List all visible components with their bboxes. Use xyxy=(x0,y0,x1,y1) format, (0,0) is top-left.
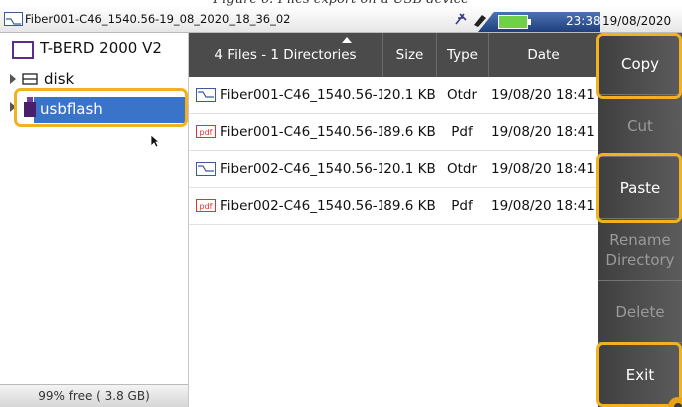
device-label: T-BERD 2000 V2 xyxy=(40,39,162,57)
file-name: Fiber001-C46_1540.56-1 xyxy=(220,124,382,140)
file-type: Otdr xyxy=(446,87,478,103)
file-date: 19/08/20 18:41 xyxy=(491,161,595,177)
file-list: 4 Files - 1 Directories Size Type Date F… xyxy=(189,33,598,407)
column-header-date[interactable]: Date xyxy=(489,33,598,77)
sort-ascending-icon xyxy=(342,37,352,43)
file-date: 19/08/20 18:41 xyxy=(491,124,595,140)
file-name: Fiber002-C46_1540.56-1 xyxy=(220,161,382,177)
tree-item-label: disk xyxy=(44,70,75,88)
copy-callout-outline xyxy=(596,33,682,99)
column-header-name[interactable]: 4 Files - 1 Directories xyxy=(189,33,383,77)
expand-arrow-icon[interactable] xyxy=(10,74,16,84)
table-row[interactable]: pdf Fiber001-C46_1540.56-1 89.6 KB Pdf 1… xyxy=(189,114,598,151)
directory-tree: T-BERD 2000 V2 disk usbflash 99% free ( … xyxy=(0,33,189,407)
rename-label-line2: Directory xyxy=(605,250,675,269)
otdr-file-icon xyxy=(196,162,216,176)
device-icon xyxy=(12,41,34,59)
pdf-file-icon: pdf xyxy=(196,125,216,138)
title-bar: Fiber001-C46_1540.56-19_08_2020_18_36_02… xyxy=(0,6,682,33)
clock: 23:38 xyxy=(566,14,601,28)
file-type: Otdr xyxy=(446,161,478,177)
otdr-file-icon xyxy=(4,12,23,26)
otdr-file-icon xyxy=(196,88,216,102)
file-name: Fiber002-C46_1540.56-1 xyxy=(220,198,382,214)
column-header-size[interactable]: Size xyxy=(383,33,437,77)
paste-callout-outline xyxy=(596,153,682,223)
file-size: 20.1 KB xyxy=(383,161,436,177)
file-size: 89.6 KB xyxy=(383,124,436,140)
pdf-file-icon: pdf xyxy=(196,199,216,212)
file-date: 19/08/20 18:41 xyxy=(491,87,595,103)
window-title: Fiber001-C46_1540.56-19_08_2020_18_36_02 xyxy=(25,12,291,26)
date: 19/08/2020 xyxy=(602,14,672,28)
laser-icon xyxy=(455,13,467,25)
battery-icon xyxy=(498,15,531,29)
usbflash-callout-outline xyxy=(14,88,188,127)
delete-button[interactable]: Delete xyxy=(598,281,682,343)
column-header-type[interactable]: Type xyxy=(437,33,489,77)
rename-label-line1: Rename xyxy=(609,230,671,249)
file-type: Pdf xyxy=(451,124,473,140)
corner-logo-icon xyxy=(668,397,682,407)
file-size: 89.6 KB xyxy=(383,198,436,214)
rename-directory-button[interactable]: Rename Directory xyxy=(598,219,682,281)
mouse-cursor-icon xyxy=(150,134,160,148)
table-row[interactable]: Fiber001-C46_1540.56-1 20.1 KB Otdr 19/0… xyxy=(189,77,598,114)
disk-icon xyxy=(22,73,38,85)
file-size: 20.1 KB xyxy=(383,87,436,103)
free-space-status: 99% free ( 3.8 GB) xyxy=(0,384,188,407)
table-row[interactable]: pdf Fiber002-C46_1540.56-1 89.6 KB Pdf 1… xyxy=(189,188,598,225)
table-header: 4 Files - 1 Directories Size Type Date xyxy=(189,33,598,77)
file-name: Fiber001-C46_1540.56-1 xyxy=(220,87,382,103)
file-type: Pdf xyxy=(451,198,473,214)
cut-button[interactable]: Cut xyxy=(598,95,682,157)
file-date: 19/08/20 18:41 xyxy=(491,198,595,214)
table-row[interactable]: Fiber002-C46_1540.56-1 20.1 KB Otdr 19/0… xyxy=(189,151,598,188)
